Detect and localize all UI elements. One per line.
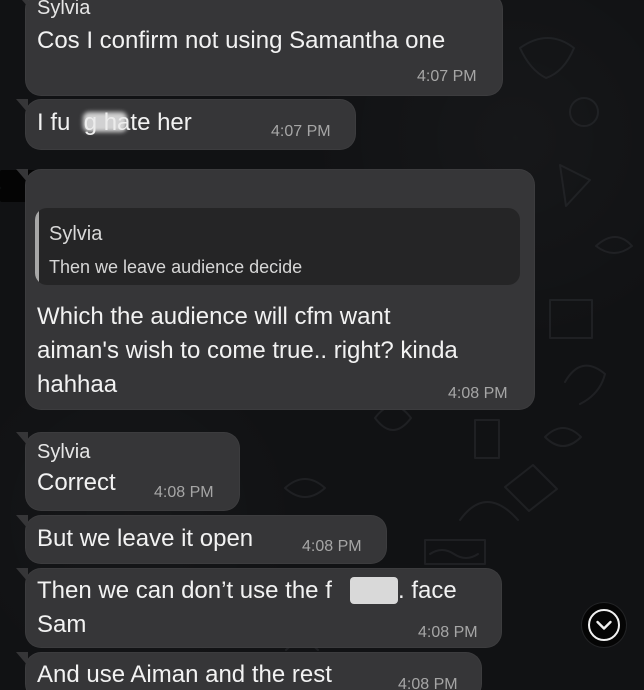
quote-bar xyxy=(35,208,39,285)
message-bubble: Sylvia Cos I confirm not using Samantha … xyxy=(16,0,503,96)
message-time: 4:08 PM xyxy=(418,624,478,641)
chevron-down-icon xyxy=(588,609,620,641)
message-time: 4:08 PM xyxy=(398,676,458,690)
message-bubble: I fu g hate her 4:07 PM xyxy=(16,99,356,150)
censor-mark xyxy=(350,577,398,604)
message-time: 4:07 PM xyxy=(417,68,477,85)
message-bubble: And use Aiman and the rest 4:08 PM xyxy=(16,652,482,690)
message-time: 4:08 PM xyxy=(448,385,508,402)
chat-screen: Sylvia Cos I confirm not using Samantha … xyxy=(0,0,644,690)
message-sender: Sylvia xyxy=(37,441,91,463)
message-text: And use Aiman and the rest xyxy=(37,661,332,688)
message-time: 4:08 PM xyxy=(154,484,214,501)
message-bubble: Sylvia Correct 4:08 PM xyxy=(16,432,240,511)
scroll-to-bottom-button[interactable] xyxy=(582,603,626,647)
message-bubble: Sylvia Then we leave audience decide Whi… xyxy=(16,169,535,410)
message-text-line-2: Sam xyxy=(37,611,87,638)
quoted-text: Then we leave audience decide xyxy=(49,257,303,277)
message-bubble: But we leave it open 4:08 PM xyxy=(16,515,387,564)
censor-mark xyxy=(83,112,127,132)
quoted-message: Sylvia Then we leave audience decide xyxy=(35,208,520,285)
message-text: Correct xyxy=(37,469,116,496)
message-text-part-2: . face xyxy=(398,577,457,604)
message-text-part-1: Then we can don’t use the f xyxy=(37,577,332,604)
message-text: But we leave it open xyxy=(37,525,254,552)
message-sender: Sylvia xyxy=(37,0,91,19)
message-text: Cos I confirm not using Samantha one xyxy=(37,27,446,54)
message-bubble: Then we can don’t use the f . face Sam 4… xyxy=(16,568,502,648)
message-time: 4:07 PM xyxy=(271,123,331,140)
quoted-sender: Sylvia xyxy=(49,223,103,245)
message-time: 4:08 PM xyxy=(302,538,362,555)
message-text: Which the audience will cfm want aiman's… xyxy=(37,303,458,398)
